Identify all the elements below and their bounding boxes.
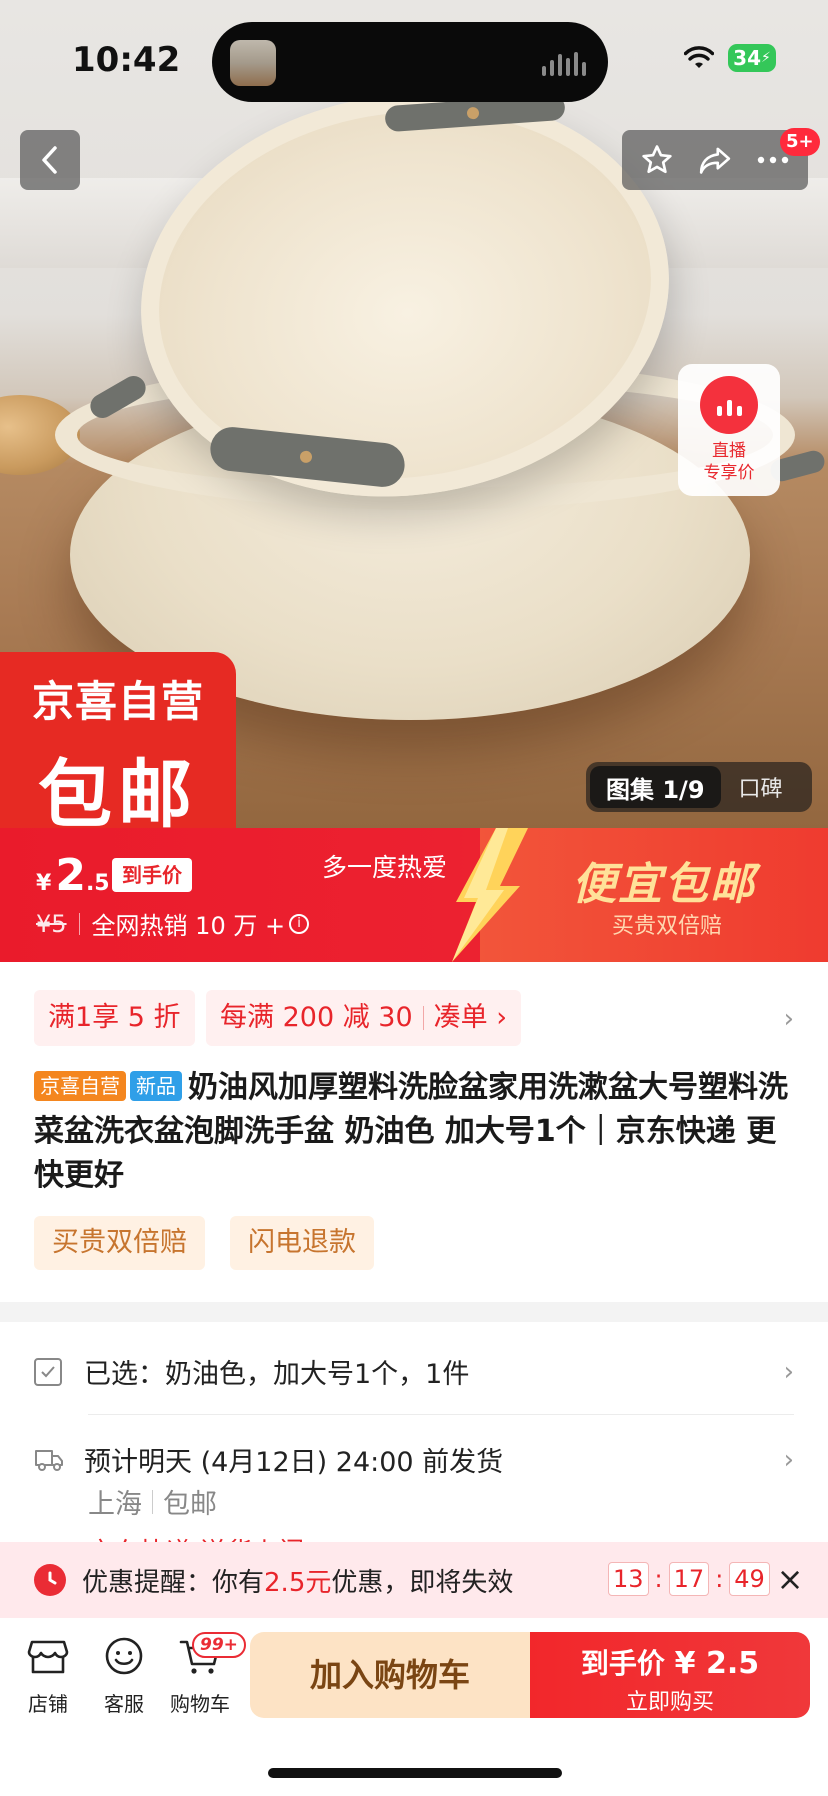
final-price-tag: 到手价 <box>112 858 192 892</box>
original-price: ¥5 <box>36 909 67 938</box>
coupon-text: 满1享 5 折 <box>48 1002 181 1033</box>
tab-store[interactable]: 店铺 <box>12 1636 84 1717</box>
truck-icon <box>35 1449 63 1471</box>
final-price: ¥ 2 .5 <box>36 850 110 901</box>
audio-bars-icon <box>542 52 586 76</box>
slogan-price-guarantee: 买贵双倍赔 <box>612 914 723 939</box>
origin-city: 上海 <box>88 1489 142 1520</box>
countdown-hours: 13 <box>608 1562 649 1596</box>
close-icon[interactable]: × <box>776 1562 804 1596</box>
chevron-right-icon[interactable]: › <box>784 1004 794 1034</box>
shipping-fee: 包邮 <box>163 1489 217 1520</box>
countdown-colon: : <box>715 1565 724 1593</box>
live-price-label: 专享价 <box>703 463 755 483</box>
tab-reviews[interactable]: 口碑 <box>721 771 783 803</box>
tab-cart-label: 购物车 <box>170 1692 230 1716</box>
star-icon[interactable] <box>640 143 674 177</box>
reminder-amount: 2.5元 <box>264 1567 332 1598</box>
slogan: 多一度热爱 <box>322 853 448 882</box>
coupon-text: 每满 200 减 30 <box>220 1002 413 1033</box>
service-tag-price-guarantee[interactable]: 买贵双倍赔 <box>34 1216 205 1270</box>
price-banner: ¥ 2 .5 到手价 ¥5 全网热销 10 万 + i 多一度热爱 便宜包邮 买… <box>0 828 828 962</box>
selected-spec-row[interactable]: 已选：奶油色，加大号1个，1件 › <box>34 1352 794 1391</box>
back-button[interactable] <box>20 130 80 190</box>
coupon-discount[interactable]: 满1享 5 折 <box>34 990 195 1046</box>
delivery-origin: 上海 包邮 <box>88 1482 217 1521</box>
tab-store-label: 店铺 <box>28 1692 68 1716</box>
product-title: 京喜自营 新品 奶油风加厚塑料洗脸盆家用洗漱盆大号塑料洗菜盆洗衣盆泡脚洗手盆 奶油色… <box>34 1066 794 1198</box>
discount-reminder-bar: 优惠提醒：你有2.5元优惠，即将失效 13 : 17 : 49 × <box>0 1542 828 1618</box>
live-price-button[interactable]: 直播 专享价 <box>678 364 780 496</box>
live-label: 直播 <box>712 441 746 461</box>
lightning-icon <box>452 828 528 962</box>
spec-icon <box>34 1357 62 1386</box>
divider <box>422 1006 424 1030</box>
add-to-cart-button[interactable]: 加入购物车 <box>250 1632 530 1718</box>
reminder-text: 优惠提醒：你有2.5元优惠，即将失效 <box>82 1562 513 1599</box>
self-operated-tag: 京喜自营 <box>34 1071 126 1101</box>
reminder-suffix: 优惠，即将失效 <box>331 1567 514 1598</box>
promo-badge-store: 京喜自营 <box>31 677 204 726</box>
cart-count-badge: 99+ <box>192 1632 246 1658</box>
coupon-full-reduction[interactable]: 每满 200 减 30 凑单 › <box>206 990 522 1046</box>
price-currency: ¥ <box>36 871 52 896</box>
sales-count: 全网热销 10 万 + <box>91 912 286 940</box>
chevron-left-icon <box>42 146 57 174</box>
spec-card: 已选：奶油色，加大号1个，1件 › 预计明天 (4月12日) 24:00 前发货… <box>0 1322 828 1542</box>
new-product-tag: 新品 <box>130 1071 182 1101</box>
service-tag-quick-refund[interactable]: 闪电退款 <box>230 1216 374 1270</box>
promo-badge: 京喜自营 包邮 <box>0 652 236 828</box>
share-icon[interactable] <box>697 143 733 177</box>
slogan-cheap-free-shipping: 便宜包邮 <box>572 859 756 910</box>
price-decimal: .5 <box>85 871 110 896</box>
countdown-minutes: 17 <box>668 1562 710 1596</box>
buy-price-label: 到手价 <box>580 1647 675 1680</box>
delivery-text: 预计明天 (4月12日) 24:00 前发货 <box>84 1447 504 1478</box>
wifi-icon <box>684 46 714 68</box>
status-indicators: 34 ⚡ <box>684 44 776 72</box>
battery-level: 34 <box>733 46 761 70</box>
delivery-row[interactable]: 预计明天 (4月12日) 24:00 前发货 › <box>34 1440 794 1479</box>
selected-spec-text: 已选：奶油色，加大号1个，1件 <box>84 1359 470 1390</box>
countdown-seconds: 49 <box>729 1562 770 1596</box>
courier-text: 京东快递 送货上门 <box>88 1532 304 1542</box>
tab-customer-service-label: 客服 <box>104 1692 144 1716</box>
price-subline: ¥5 全网热销 10 万 + i <box>36 906 310 941</box>
countdown-timer: 13 : 17 : 49 <box>608 1562 770 1596</box>
tab-customer-service[interactable]: 客服 <box>88 1636 160 1717</box>
divider <box>152 1489 153 1514</box>
chevron-right-icon: › <box>783 1444 794 1475</box>
dynamic-island <box>212 22 608 102</box>
live-stream-icon <box>700 376 758 434</box>
more-icon[interactable] <box>756 155 790 165</box>
divider <box>78 912 80 935</box>
buy-now-button[interactable]: 到手价 ¥ 2.5 立即购买 <box>530 1632 810 1718</box>
divider <box>88 1414 794 1415</box>
customer-service-icon <box>105 1637 143 1675</box>
price-integer: 2 <box>55 850 86 901</box>
gallery-switch: 图集 1/9 口碑 <box>586 762 812 812</box>
countdown-colon: : <box>654 1565 663 1593</box>
product-detail-card: 满1享 5 折 每满 200 减 30 凑单 › › 京喜自营 新品 奶油风加厚塑料… <box>0 962 828 1302</box>
coupon-action: 凑单 › <box>433 1002 508 1033</box>
buy-price-line: 到手价 ¥ 2.5 <box>530 1642 810 1682</box>
battery-icon: 34 ⚡ <box>728 44 776 72</box>
message-count-badge: 5+ <box>780 128 820 156</box>
tab-gallery[interactable]: 图集 1/9 <box>590 766 721 808</box>
product-image-gallery[interactable]: 10:42 34 ⚡ 5+ 直播 专享价 京喜自营 包邮 图集 1/9 口碑 <box>0 0 828 828</box>
clock-icon <box>34 1564 66 1596</box>
live-activity-thumbnail <box>230 40 276 86</box>
buy-price: ¥ 2.5 <box>674 1646 760 1681</box>
home-indicator <box>268 1768 562 1778</box>
status-time: 10:42 <box>72 40 181 80</box>
chevron-right-icon: › <box>783 1356 794 1387</box>
info-icon[interactable]: i <box>289 913 310 934</box>
reminder-label: 优惠提醒：你有 <box>82 1567 265 1598</box>
store-icon <box>27 1640 69 1674</box>
buy-now-label: 立即购买 <box>625 1690 714 1715</box>
promo-badge-shipping: 包邮 <box>38 752 198 828</box>
